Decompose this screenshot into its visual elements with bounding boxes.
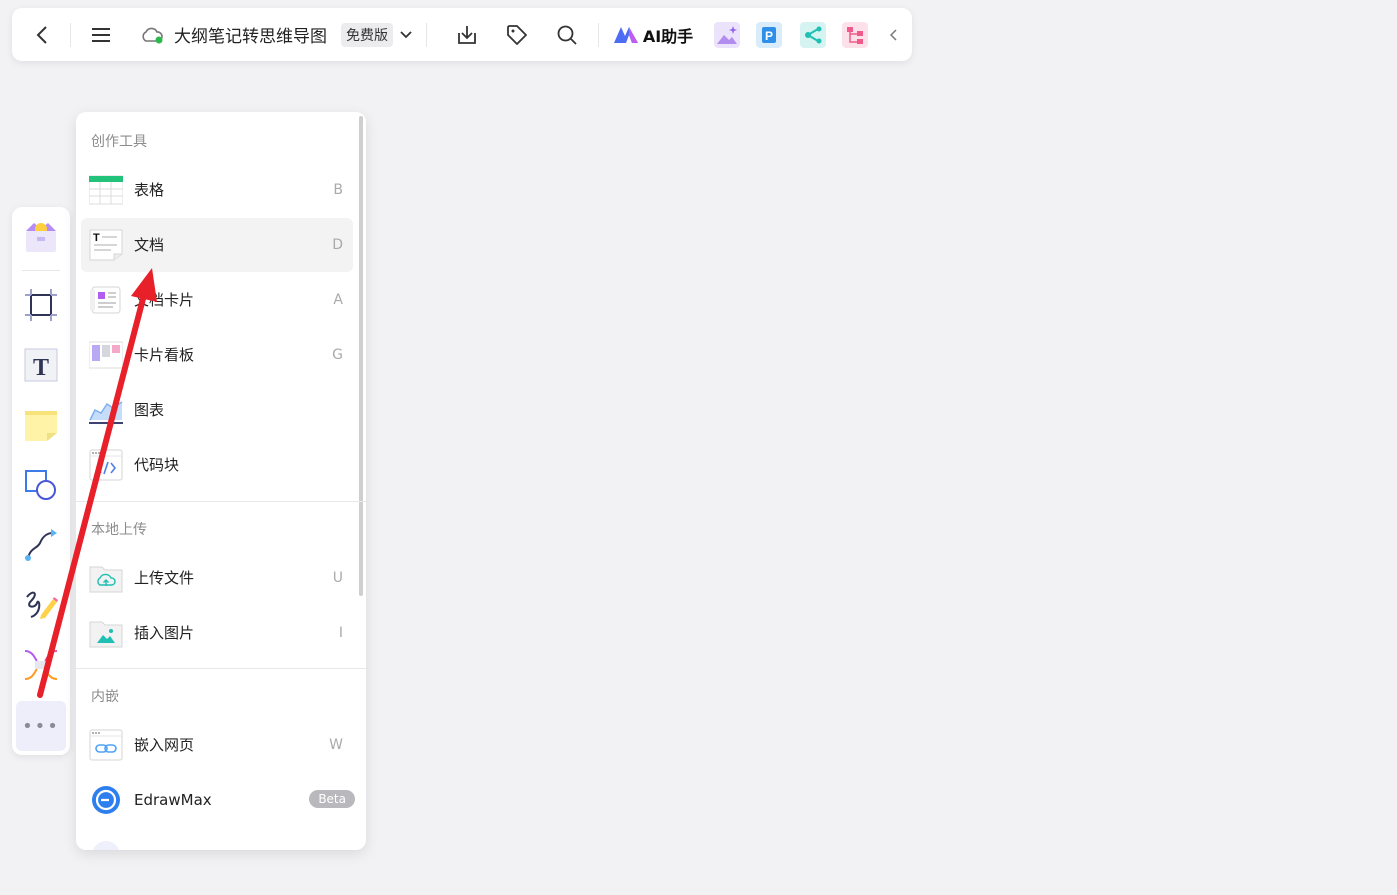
chevron-left-icon	[890, 28, 897, 41]
mindmap-tool-icon	[24, 650, 58, 680]
menu-item-table[interactable]: 表格 B	[81, 163, 353, 217]
chevron-down-icon	[400, 30, 412, 38]
menu-item-label: EdrawMax	[134, 791, 212, 809]
chevron-left-icon	[36, 25, 47, 44]
mindmap-app-button[interactable]	[798, 8, 828, 61]
menu-item-upload-file[interactable]: 上传文件 U	[81, 551, 353, 605]
ai-logo-icon	[613, 26, 638, 43]
beta-badge: Beta	[309, 790, 355, 808]
upload-folder-icon	[89, 566, 123, 593]
section-title-creation-tools: 创作工具	[91, 134, 147, 150]
sticky-note-tool[interactable]	[21, 405, 61, 445]
menu-item-chart[interactable]: 图表	[81, 383, 353, 437]
menu-item-label: 插入图片	[134, 624, 195, 642]
menu-item-label: 代码块	[134, 456, 180, 474]
menu-scrollbar[interactable]	[359, 116, 363, 596]
text-tool[interactable]: T	[21, 345, 61, 385]
menu-item-label: 图表	[134, 401, 165, 419]
menu-item-insert-image[interactable]: 插入图片 I	[81, 606, 353, 660]
svg-text:P: P	[765, 29, 773, 43]
search-icon	[557, 25, 577, 45]
flowchart-icon	[842, 21, 868, 48]
menu-item-label: 嵌入网页	[134, 736, 195, 754]
more-tools-button[interactable]: •••	[16, 701, 66, 751]
area-chart-icon	[89, 401, 123, 424]
document-title[interactable]: 大纲笔记转思维导图	[174, 22, 327, 47]
curve-arrow-icon	[25, 529, 57, 561]
hamburger-icon	[92, 27, 110, 42]
menu-item-embed-webpage[interactable]: 嵌入网页 W	[81, 718, 353, 772]
menu-item-label: 表格	[134, 181, 165, 199]
download-icon	[458, 25, 476, 44]
p-app-icon: P	[756, 21, 782, 48]
left-toolbar: T •••	[12, 207, 70, 755]
sticky-note-icon	[25, 411, 57, 441]
mindmap-icon	[800, 21, 826, 48]
menu-item-edrawmax[interactable]: EdrawMax Beta	[81, 773, 355, 827]
tag-button[interactable]	[502, 8, 532, 61]
pen-draw-icon	[26, 591, 58, 619]
connector-tool[interactable]	[21, 525, 61, 565]
menu-item-partial[interactable]	[81, 828, 353, 850]
search-button[interactable]	[552, 8, 582, 61]
tag-icon	[507, 24, 527, 45]
menu-item-label: 上传文件	[134, 569, 195, 587]
doc-card-icon	[90, 286, 121, 314]
menu-item-doc-card[interactable]: 文档卡片 A	[81, 273, 353, 327]
text-icon: T	[24, 348, 58, 382]
cloud-sync-icon	[138, 8, 166, 61]
shape-tool[interactable]	[21, 465, 61, 505]
ai-image-app-button[interactable]	[712, 8, 742, 61]
shortcut-key: G	[332, 347, 343, 363]
insert-menu: 创作工具 表格 B T 文档 D 文档卡片 A 卡片看板 G 图表 代码块 本地…	[76, 112, 366, 850]
frame-icon	[25, 289, 57, 321]
ai-assistant-label: AI助手	[642, 26, 694, 46]
frame-tool[interactable]	[21, 285, 61, 325]
image-folder-icon	[89, 621, 123, 648]
menu-item-label: 卡片看板	[134, 346, 195, 364]
shortcut-key: W	[329, 737, 343, 753]
title-dropdown-button[interactable]	[396, 8, 416, 61]
ai-assistant-button[interactable]: AI助手	[610, 8, 696, 61]
shortcut-key: B	[333, 182, 343, 198]
export-button[interactable]	[452, 8, 482, 61]
shortcut-key: A	[333, 292, 343, 308]
menu-item-kanban[interactable]: 卡片看板 G	[81, 328, 353, 382]
shortcut-key: D	[332, 237, 343, 253]
section-title-local-upload: 本地上传	[91, 522, 147, 538]
menu-item-label: 文档	[134, 236, 165, 254]
flowchart-app-button[interactable]	[840, 8, 870, 61]
menu-item-document[interactable]: T 文档 D	[81, 218, 353, 272]
shortcut-key: U	[332, 570, 343, 586]
menu-item-code-block[interactable]: 代码块	[81, 438, 353, 492]
templates-button[interactable]	[21, 217, 61, 257]
shapes-icon	[25, 470, 56, 500]
menu-item-label: 文档卡片	[134, 291, 195, 309]
collapse-toolbar-button[interactable]	[884, 8, 904, 61]
kanban-icon	[89, 341, 123, 369]
mindmap-tool[interactable]	[21, 645, 61, 685]
plan-badge: 免费版	[341, 22, 393, 47]
top-toolbar: 大纲笔记转思维导图 免费版 AI助手 P	[12, 8, 912, 61]
edrawmax-logo-icon	[92, 786, 120, 814]
document-icon: T	[89, 229, 123, 261]
partial-item-icon	[92, 841, 120, 850]
link-icon	[89, 729, 123, 761]
shortcut-key: I	[338, 625, 343, 641]
ppt-app-button[interactable]: P	[754, 8, 784, 61]
code-icon	[89, 449, 123, 481]
svg-text:T: T	[93, 232, 100, 244]
svg-text:T: T	[33, 355, 49, 381]
template-box-icon	[26, 223, 56, 252]
section-title-embed: 内嵌	[91, 689, 119, 705]
menu-button[interactable]	[84, 8, 118, 61]
table-icon	[89, 175, 123, 205]
pen-tool[interactable]	[21, 585, 61, 625]
back-button[interactable]	[24, 8, 60, 61]
image-magic-icon	[714, 21, 740, 48]
